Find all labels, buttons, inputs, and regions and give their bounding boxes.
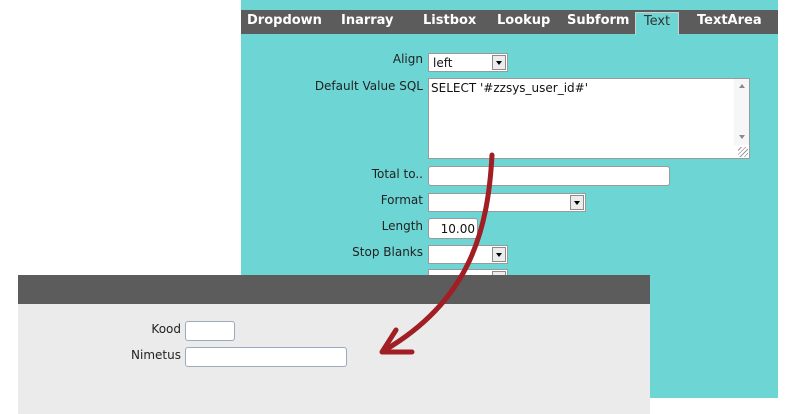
pointer-arrow-icon [379, 152, 495, 355]
